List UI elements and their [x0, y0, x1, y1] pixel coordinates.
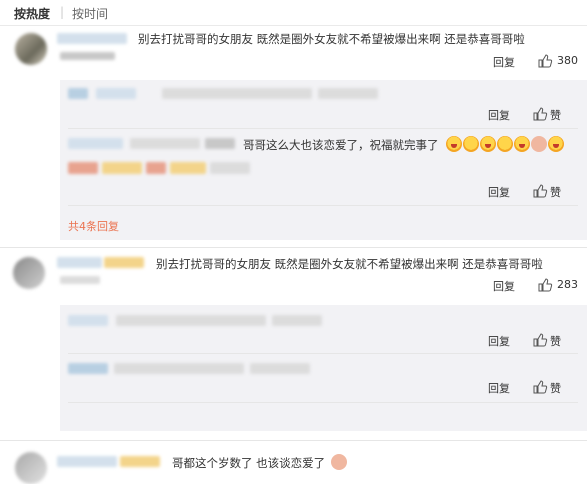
emoji-face-icon — [480, 136, 496, 152]
username-blurred[interactable] — [57, 257, 102, 268]
reply-text-blurred — [116, 315, 266, 326]
thumbs-up-icon[interactable] — [537, 53, 553, 69]
reply-username-blurred[interactable] — [68, 138, 123, 149]
emoji-face-icon — [531, 136, 547, 152]
user-badge-blurred — [60, 276, 100, 284]
like-label: 赞 — [550, 186, 561, 199]
divider — [68, 353, 578, 354]
user-badge-blurred — [120, 456, 160, 467]
username-blurred[interactable] — [57, 33, 127, 44]
thumbs-up-icon[interactable] — [532, 332, 548, 348]
reply-text-blurred — [250, 363, 310, 374]
more-replies-link[interactable]: 共4条回复 — [68, 218, 119, 234]
thumbs-up-icon[interactable] — [532, 379, 548, 395]
user-badge-blurred — [104, 257, 144, 268]
reply-text-blurred — [205, 138, 235, 149]
reply-username-blurred[interactable] — [68, 315, 108, 326]
avatar[interactable] — [13, 257, 45, 289]
reply-username-blurred[interactable] — [68, 363, 108, 374]
reply-list: 回复 赞 哥哥这么大也该恋爱了，祝福就完事了 回复 赞 共4条回复 — [60, 80, 587, 240]
reply-button[interactable]: 回复 — [488, 380, 510, 396]
reply-username-blurred[interactable] — [68, 88, 88, 99]
like-label: 赞 — [550, 109, 561, 122]
reply-text-blurred — [96, 88, 136, 99]
user-badge-blurred — [60, 52, 115, 60]
reply-text: 哥哥这么大也该恋爱了，祝福就完事了 — [243, 138, 439, 152]
like-label: 赞 — [550, 335, 561, 348]
reply-list: 回复 赞 回复 赞 — [60, 305, 587, 431]
reply-text-blurred — [272, 315, 322, 326]
reply-button[interactable]: 回复 — [488, 184, 510, 200]
comment-text: 哥都这个岁数了 也该谈恋爱了 — [172, 456, 326, 470]
thumbs-up-icon[interactable] — [532, 183, 548, 199]
reply-text-blurred — [162, 88, 312, 99]
reply-button[interactable]: 回复 — [488, 107, 510, 123]
like-count: 283 — [557, 278, 578, 291]
avatar[interactable] — [15, 452, 47, 484]
reply-button[interactable]: 回复 — [493, 278, 515, 294]
divider — [0, 247, 587, 248]
reply-button[interactable]: 回复 — [493, 54, 515, 70]
divider — [68, 205, 578, 206]
like-count: 380 — [557, 54, 578, 67]
emoji-row-blurred — [68, 160, 268, 178]
emoji-face-icon — [497, 136, 513, 152]
sort-separator: | — [60, 5, 65, 19]
comment-text: 别去打扰哥哥的女朋友 既然是圈外女友就不希望被爆出来啊 还是恭喜哥哥啦 — [156, 257, 543, 271]
reply-text-blurred — [114, 363, 244, 374]
emoji-face-icon — [463, 136, 479, 152]
username-blurred[interactable] — [57, 456, 117, 467]
sort-bar: 按热度 | 按时间 — [0, 0, 587, 26]
reply-text-blurred — [130, 138, 200, 149]
sort-by-hot[interactable]: 按热度 — [14, 5, 50, 22]
emoji-face-icon — [514, 136, 530, 152]
emoji-row — [446, 136, 565, 152]
sort-by-time[interactable]: 按时间 — [72, 5, 108, 22]
reply-text-blurred — [318, 88, 378, 99]
emoji-face-icon — [548, 136, 564, 152]
thumbs-up-icon[interactable] — [532, 106, 548, 122]
divider — [68, 402, 578, 403]
reply-button[interactable]: 回复 — [488, 333, 510, 349]
emoji-face-icon — [446, 136, 462, 152]
thumbs-up-icon[interactable] — [537, 277, 553, 293]
comment-text: 别去打扰哥哥的女朋友 既然是圈外女友就不希望被爆出来啊 还是恭喜哥哥啦 — [138, 32, 525, 46]
divider — [68, 128, 578, 129]
divider — [0, 440, 587, 441]
avatar[interactable] — [15, 33, 47, 65]
like-label: 赞 — [550, 382, 561, 395]
